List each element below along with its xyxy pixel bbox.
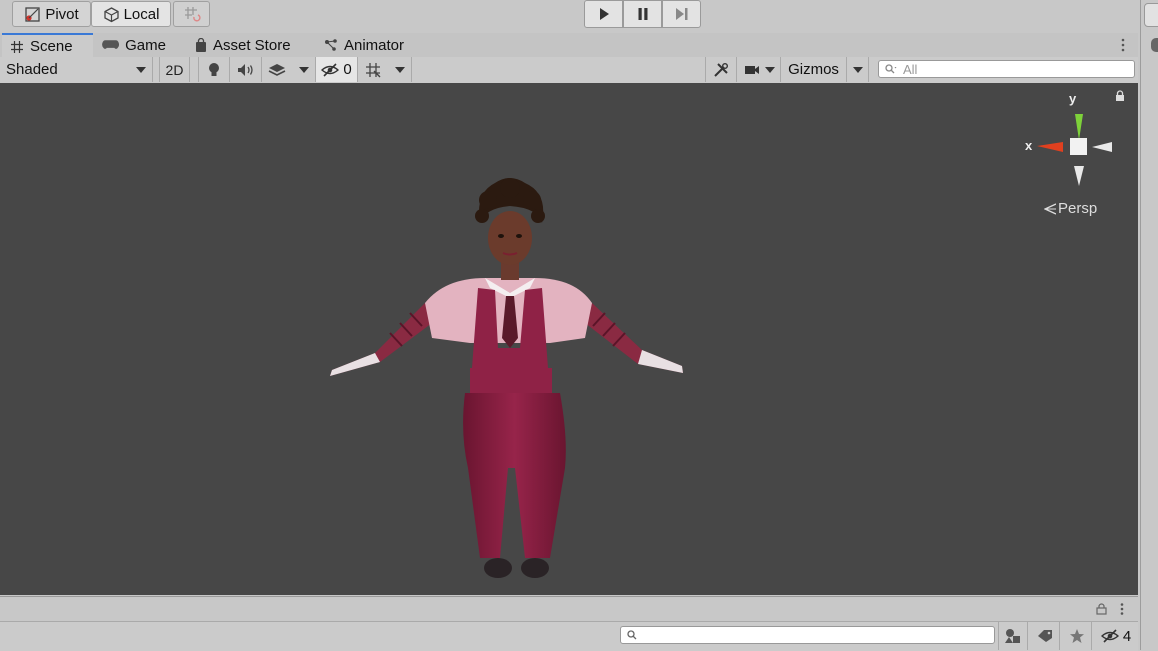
project-panel: 4 [0, 596, 1138, 651]
tab-asset-store[interactable]: Asset Store [187, 33, 305, 57]
star-icon [1069, 629, 1084, 643]
gizmo-y-label: y [1069, 91, 1077, 106]
tab-scene[interactable]: Scene [2, 33, 93, 58]
grid-visibility-icon [366, 62, 381, 77]
pivot-label: Pivot [45, 5, 79, 23]
favorites-button[interactable] [1062, 622, 1092, 650]
tab-label: Animator [344, 36, 405, 54]
playmode-controls [584, 0, 703, 28]
chevron-down-icon [136, 66, 146, 73]
pivot-icon [25, 6, 40, 22]
scene-view-toolbar: Shaded 2D 0 Gizmos All [0, 57, 1138, 84]
panel-handle[interactable] [1151, 38, 1158, 52]
2d-toggle-button[interactable]: 2D [159, 57, 190, 82]
camera-icon [745, 65, 759, 74]
gamepad-icon [102, 40, 119, 49]
hidden-packages-count: 4 [1122, 627, 1132, 645]
tab-label: Game [125, 36, 166, 54]
scene-search-input[interactable]: All [878, 60, 1135, 78]
projection-label: Persp [1058, 200, 1098, 217]
layers-icon [268, 63, 286, 76]
pivot-toggle-button[interactable]: Pivot [12, 1, 91, 27]
search-placeholder: All [903, 61, 918, 77]
step-icon [675, 8, 687, 20]
cube-icon [103, 6, 119, 22]
gizmos-dropdown[interactable] [847, 57, 869, 82]
hidden-eye-icon [321, 62, 340, 77]
perspective-icon [1044, 202, 1056, 215]
step-button[interactable] [662, 0, 701, 28]
tab-menu-button[interactable] [1118, 35, 1128, 55]
lock-icon[interactable] [1096, 603, 1107, 615]
gizmos-toggle-button[interactable]: Gizmos [781, 57, 847, 82]
draw-mode-label: Shaded [6, 61, 58, 78]
speaker-icon [237, 63, 253, 76]
tab-game[interactable]: Game [94, 33, 174, 57]
tab-animator[interactable]: Animator [316, 33, 416, 57]
hidden-eye-icon [1100, 629, 1119, 643]
tab-label: Asset Store [213, 36, 291, 54]
grid-toggle-button[interactable] [358, 57, 388, 82]
kebab-menu-icon[interactable] [1118, 602, 1126, 616]
camera-settings-dropdown[interactable] [739, 57, 781, 82]
chevron-down-icon [394, 66, 405, 73]
tab-label: Scene [30, 38, 73, 55]
hidden-count: 0 [343, 61, 352, 78]
grid-icon [11, 40, 23, 53]
animator-icon [325, 39, 337, 51]
search-icon [885, 64, 897, 74]
axis-cones[interactable] [1032, 106, 1122, 186]
account-button[interactable] [1144, 3, 1158, 27]
projection-toggle[interactable]: Persp [1044, 200, 1097, 217]
chevron-down-icon [852, 66, 863, 73]
project-toolbar: 4 [0, 621, 1138, 651]
chevron-down-icon [298, 66, 309, 73]
2d-label: 2D [165, 61, 184, 78]
hidden-packages-toggle[interactable]: 4 [1094, 622, 1138, 650]
gizmos-label: Gizmos [788, 61, 839, 78]
grid-dropdown[interactable] [388, 57, 412, 82]
tools-icon [714, 62, 728, 77]
lock-icon[interactable] [1115, 90, 1125, 102]
play-icon [599, 8, 609, 20]
lighting-toggle-button[interactable] [198, 57, 230, 82]
main-toolbar: Pivot Local [0, 0, 1158, 30]
tag-icon [1037, 630, 1052, 642]
character-model[interactable] [320, 138, 700, 588]
local-label: Local [123, 5, 160, 23]
scene-viewport[interactable]: y x Persp [0, 83, 1138, 595]
pause-icon [638, 8, 647, 20]
shapes-icon [1005, 629, 1020, 643]
inspector-panel-edge [1140, 0, 1158, 650]
search-by-type-button[interactable] [998, 622, 1028, 650]
effects-dropdown[interactable] [292, 57, 316, 82]
effects-toggle-button[interactable] [262, 57, 292, 82]
chevron-down-icon [765, 66, 775, 73]
lightbulb-icon [209, 62, 219, 76]
component-tools-button[interactable] [705, 57, 737, 82]
search-icon [627, 630, 637, 640]
orientation-gizmo[interactable]: y x Persp [1010, 88, 1130, 228]
editor-tab-bar: Scene Game Asset Store Animator [0, 33, 1138, 58]
kebab-menu-icon [1121, 38, 1125, 52]
search-by-label-button[interactable] [1030, 622, 1060, 650]
grid-snap-button[interactable] [173, 1, 210, 27]
shopping-bag-icon [196, 37, 206, 52]
grid-snap-icon [184, 7, 201, 22]
local-toggle-button[interactable]: Local [91, 1, 171, 27]
scene-visibility-toggle[interactable]: 0 [316, 57, 358, 82]
play-button[interactable] [584, 0, 623, 28]
pause-button[interactable] [623, 0, 662, 28]
draw-mode-dropdown[interactable]: Shaded [0, 57, 153, 82]
audio-toggle-button[interactable] [230, 57, 262, 82]
project-search-input[interactable] [620, 626, 995, 644]
